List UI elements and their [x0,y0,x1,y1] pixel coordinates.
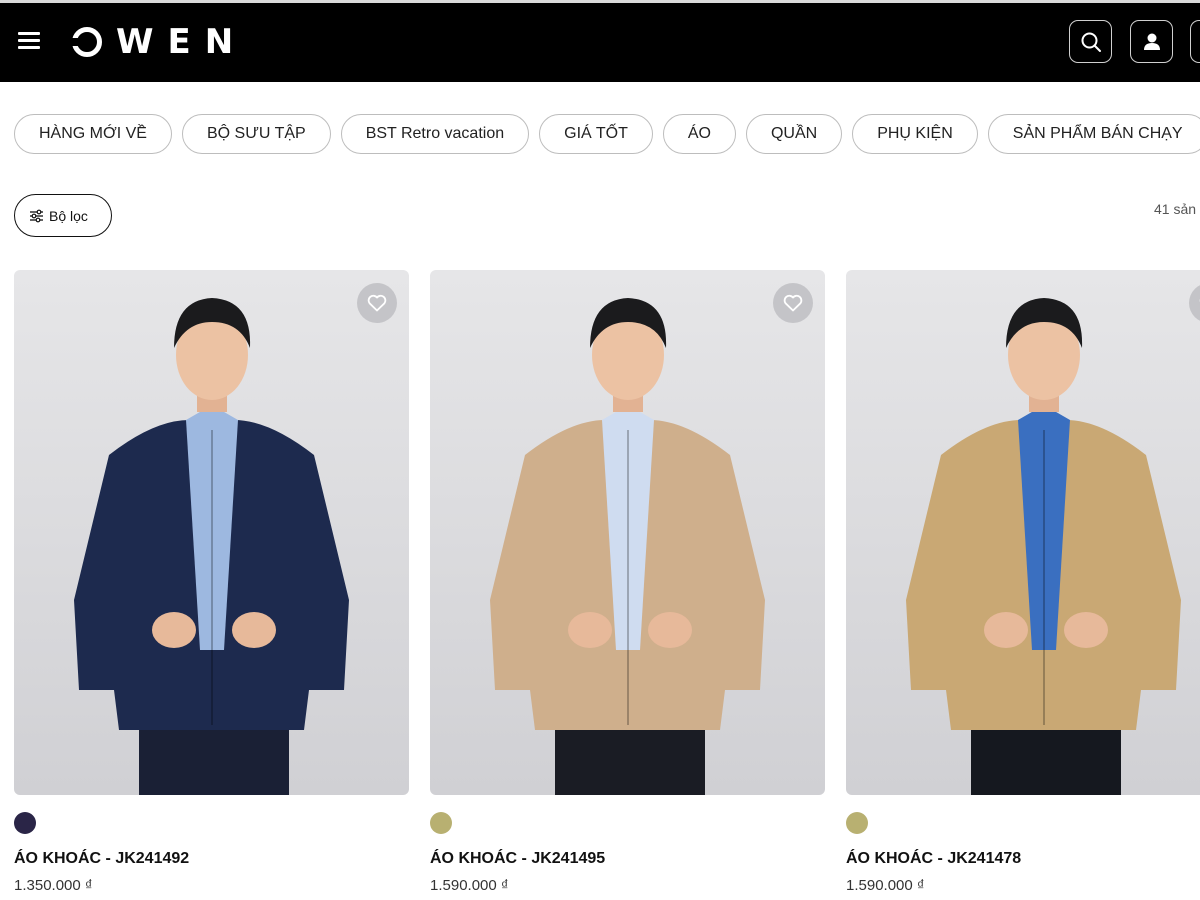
model-photo [74,298,349,795]
product-image[interactable] [14,270,409,795]
category-chip-retro-vacation[interactable]: BST Retro vacation [340,114,530,154]
owen-logo[interactable]: WEN [71,22,248,62]
account-button[interactable] [1130,20,1173,63]
category-chip-shirts[interactable]: ÁO [662,114,736,154]
product-count: 41 sản [1154,201,1197,217]
wishlist-button[interactable] [357,283,397,323]
color-swatch[interactable] [430,812,452,834]
category-chip-good-price[interactable]: GIÁ TỐT [539,114,653,154]
product-name[interactable]: ÁO KHOÁC - JK241492 [14,850,189,868]
color-swatch[interactable] [846,812,868,834]
category-chip-new-arrivals[interactable]: HÀNG MỚI VỀ [14,114,172,154]
category-nav: HÀNG MỚI VỀ BỘ SƯU TẬP BST Retro vacatio… [14,114,1200,154]
category-chip-collections[interactable]: BỘ SƯU TẬP [181,114,331,154]
product-card[interactable]: ÁO KHOÁC - JK241495 1.590.000 ₫ [430,270,825,894]
product-image[interactable] [846,270,1200,795]
filter-label: Bộ lọc [49,207,88,224]
model-photo [906,298,1181,795]
product-price: 1.350.000 ₫ [14,877,93,894]
product-name[interactable]: ÁO KHOÁC - JK241495 [430,850,605,868]
category-chip-pants[interactable]: QUẦN [745,114,843,154]
heart-icon [783,294,803,312]
product-card[interactable]: ÁO KHOÁC - JK241492 1.350.000 ₫ [14,270,409,894]
product-image[interactable] [430,270,825,795]
search-icon [1081,32,1101,52]
product-name[interactable]: ÁO KHOÁC - JK241478 [846,850,1021,868]
wishlist-button[interactable] [773,283,813,323]
category-chip-accessories[interactable]: PHỤ KIỆN [852,114,978,154]
product-price: 1.590.000 ₫ [430,877,509,894]
top-header: WEN [0,0,1200,82]
model-photo [490,298,765,795]
logo-text: WEN [116,22,248,62]
heart-icon [367,294,387,312]
product-price: 1.590.000 ₫ [846,877,925,894]
category-chip-best-sellers[interactable]: SẢN PHẨM BÁN CHẠY [987,114,1200,154]
cart-button[interactable] [1190,20,1200,63]
hamburger-menu-icon[interactable] [14,27,46,55]
product-card[interactable]: ÁO KHOÁC - JK241478 1.590.000 ₫ [846,270,1200,894]
search-button[interactable] [1069,20,1112,63]
header-top-border [0,0,1200,3]
filter-button[interactable]: Bộ lọc [14,194,112,237]
logo-o-mark [71,27,102,57]
sliders-icon [30,209,43,222]
color-swatch[interactable] [14,812,36,834]
user-icon [1144,33,1160,50]
